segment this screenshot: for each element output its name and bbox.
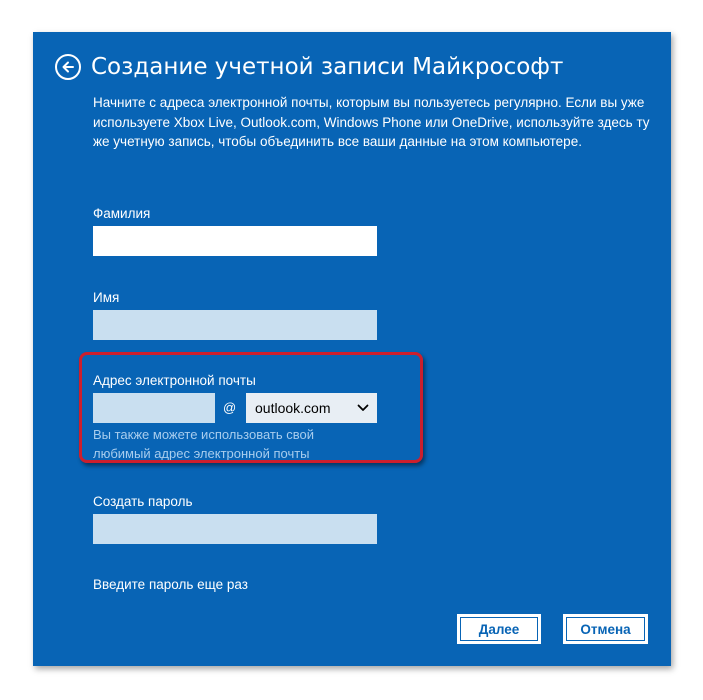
first-name-input[interactable] bbox=[93, 310, 377, 340]
page-title: Создание учетной записи Майкрософт bbox=[91, 54, 564, 80]
use-own-email-link[interactable]: Вы также можете использовать свой любимы… bbox=[93, 425, 363, 463]
back-button[interactable] bbox=[55, 54, 81, 80]
next-button[interactable]: Далее bbox=[457, 614, 541, 644]
email-domain-select[interactable]: outlook.com bbox=[246, 393, 377, 423]
screenshot-frame: Создание учетной записи Майкрософт Начни… bbox=[0, 0, 703, 700]
at-sign: @ bbox=[223, 400, 237, 415]
page-description: Начните с адреса электронной почты, кото… bbox=[93, 95, 650, 149]
password-repeat-label: Введите пароль еще раз bbox=[93, 577, 248, 592]
back-arrow-icon bbox=[62, 61, 74, 73]
first-name-label: Имя bbox=[93, 290, 120, 305]
last-name-input[interactable] bbox=[93, 226, 377, 256]
chevron-down-icon bbox=[357, 404, 369, 411]
email-label: Адрес электронной почты bbox=[93, 373, 256, 388]
password-input[interactable] bbox=[93, 514, 377, 544]
last-name-label: Фамилия bbox=[93, 206, 151, 221]
email-domain-value: outlook.com bbox=[255, 400, 331, 416]
email-username-input[interactable] bbox=[93, 393, 215, 423]
cancel-button[interactable]: Отмена bbox=[563, 614, 648, 644]
account-creation-dialog: Создание учетной записи Майкрософт Начни… bbox=[33, 32, 671, 666]
password-label: Создать пароль bbox=[93, 494, 193, 509]
